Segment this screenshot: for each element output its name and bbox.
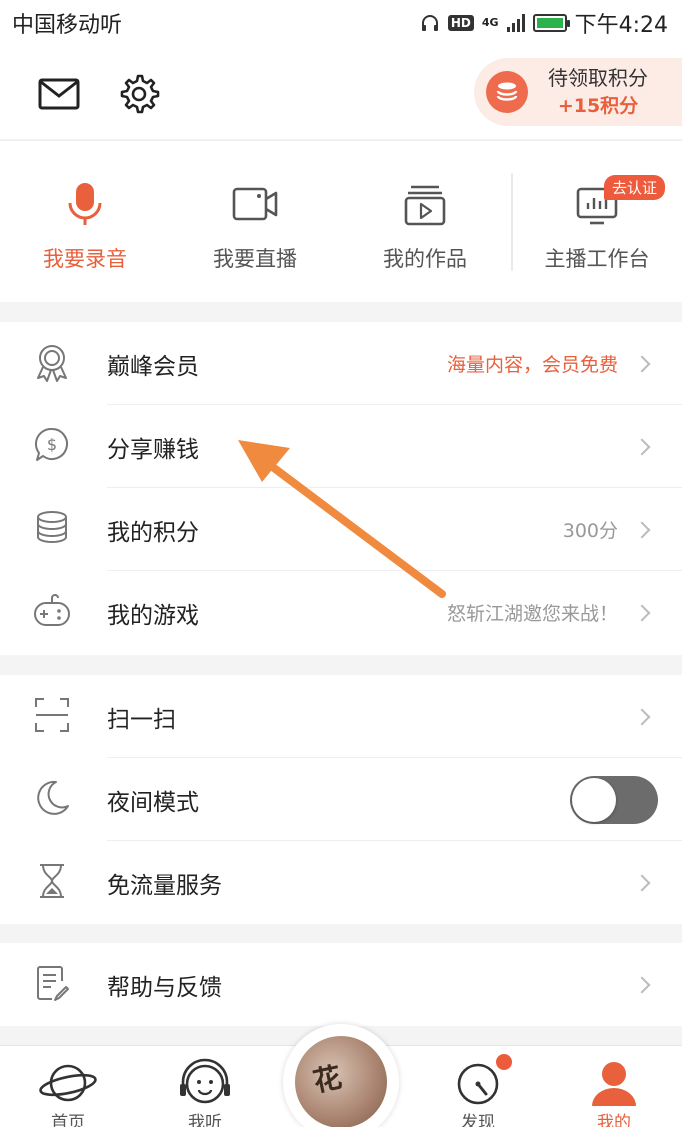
- coin-stack-icon: [486, 71, 528, 113]
- nav-home[interactable]: 首页: [18, 1058, 118, 1127]
- mail-icon[interactable]: [37, 72, 81, 116]
- feedback-icon: [37, 966, 69, 1001]
- nav-discover-label: 发现: [461, 1113, 495, 1127]
- chevron-right-icon: [633, 604, 651, 621]
- menu-item-my-games[interactable]: 我的游戏 怒斩江湖邀您来战！: [0, 571, 682, 654]
- play-works-icon: [404, 185, 446, 226]
- battery-icon: [532, 14, 570, 32]
- gear-icon[interactable]: [116, 72, 160, 116]
- anchor-studio-button[interactable]: 主播工作台 去认证: [512, 175, 682, 273]
- menu-item-title: 巅峰会员: [107, 353, 199, 380]
- menu-item-my-points[interactable]: 我的积分 300分: [0, 488, 682, 571]
- status-icons: HD 4G 下午4:24: [420, 7, 668, 39]
- menu-item-title: 我的游戏: [107, 602, 199, 629]
- person-icon: [592, 1062, 636, 1106]
- nav-mine[interactable]: 我的: [564, 1058, 664, 1127]
- quick-actions: 我要录音 我要直播 我的作品 主播工作台 去认证: [0, 140, 682, 302]
- dollar-bubble-icon: $: [34, 427, 68, 461]
- notification-dot: [496, 1054, 512, 1070]
- menu-item-title: 分享赚钱: [107, 436, 199, 463]
- app-page: 中国移动听 HD 4G 下午4:24 待领取积分 +15积分 我要录音 我要直播…: [0, 0, 682, 1127]
- record-audio-label: 我要录音: [43, 247, 127, 271]
- go-live-button[interactable]: 我要直播: [170, 181, 340, 273]
- menu-item-title: 夜间模式: [107, 789, 199, 816]
- album-cover-image: 花: [295, 1036, 387, 1127]
- headphone-status-icon: [421, 15, 438, 31]
- menu-item-subtitle: 海量内容，会员免费: [446, 354, 618, 376]
- pending-points-title: 待领取积分: [548, 66, 648, 90]
- nav-listen-label: 我听: [188, 1113, 222, 1127]
- nav-home-label: 首页: [51, 1113, 85, 1127]
- svg-text:$: $: [47, 435, 57, 454]
- record-audio-button[interactable]: 我要录音: [0, 181, 170, 273]
- chevron-right-icon: [633, 708, 651, 725]
- menu-item-title: 扫一扫: [107, 706, 176, 733]
- hourglass-icon: [40, 864, 64, 898]
- pending-points-value: +15积分: [557, 95, 639, 117]
- menu-group-tools: 扫一扫 夜间模式 免流量服务: [0, 675, 682, 924]
- menu-item-night-mode: 夜间模式: [0, 758, 682, 841]
- bottom-nav: 首页 我听 花 发现 我的: [0, 1024, 682, 1127]
- gamepad-icon: [34, 594, 70, 626]
- menu-item-subtitle: 300分: [562, 520, 618, 542]
- menu-item-share-earn[interactable]: $ 分享赚钱: [0, 405, 682, 488]
- menu-item-title: 免流量服务: [107, 872, 222, 899]
- medal-icon: [37, 345, 67, 382]
- moon-icon: [37, 780, 69, 815]
- microphone-icon: [68, 183, 102, 225]
- menu-item-free-data[interactable]: 免流量服务: [0, 841, 682, 924]
- my-works-label: 我的作品: [383, 247, 467, 271]
- nav-mine-label: 我的: [597, 1113, 631, 1127]
- now-playing-disc[interactable]: 花: [283, 1024, 399, 1127]
- signal-icon: [506, 14, 525, 32]
- menu-item-subtitle: 怒斩江湖邀您来战！: [446, 603, 618, 625]
- verify-badge[interactable]: 去认证: [604, 175, 666, 200]
- chevron-right-icon: [633, 521, 651, 538]
- chevron-right-icon: [633, 355, 651, 372]
- menu-item-title: 我的积分: [107, 519, 199, 546]
- planet-icon: [39, 1064, 97, 1102]
- chevron-right-icon: [633, 976, 651, 993]
- menu-group-help: 帮助与反馈: [0, 943, 682, 1026]
- video-camera-icon: [232, 187, 278, 221]
- network-type: 4G: [481, 16, 499, 29]
- clock: 下午4:24: [574, 13, 668, 38]
- scan-icon: [35, 698, 69, 732]
- status-bar: 中国移动听 HD 4G 下午4:24: [0, 0, 682, 46]
- pending-points-button[interactable]: 待领取积分 +15积分: [474, 58, 682, 126]
- menu-item-vip[interactable]: 巅峰会员 海量内容，会员免费: [0, 322, 682, 405]
- chevron-right-icon: [633, 874, 651, 891]
- carrier-label: 中国移动听: [12, 13, 123, 38]
- nav-listen[interactable]: 我听: [155, 1058, 255, 1127]
- profile-header: 待领取积分 +15积分: [0, 46, 682, 139]
- coin-stack-icon: [37, 511, 67, 543]
- menu-item-help-feedback[interactable]: 帮助与反馈: [0, 943, 682, 1026]
- chevron-right-icon: [633, 438, 651, 455]
- hd-badge: HD: [447, 15, 474, 31]
- toggle-knob: [572, 778, 616, 822]
- menu-group-main: 巅峰会员 海量内容，会员免费 $ 分享赚钱 我的积分 300分 我的游戏 怒斩江…: [0, 322, 682, 655]
- nav-discover[interactable]: 发现: [428, 1058, 528, 1127]
- anchor-studio-label: 主播工作台: [544, 247, 650, 271]
- menu-item-scan[interactable]: 扫一扫: [0, 675, 682, 758]
- headphone-face-icon: [180, 1058, 230, 1104]
- menu-item-title: 帮助与反馈: [107, 974, 222, 1001]
- my-works-button[interactable]: 我的作品: [340, 181, 510, 273]
- night-mode-toggle[interactable]: [570, 776, 658, 824]
- go-live-label: 我要直播: [213, 247, 297, 271]
